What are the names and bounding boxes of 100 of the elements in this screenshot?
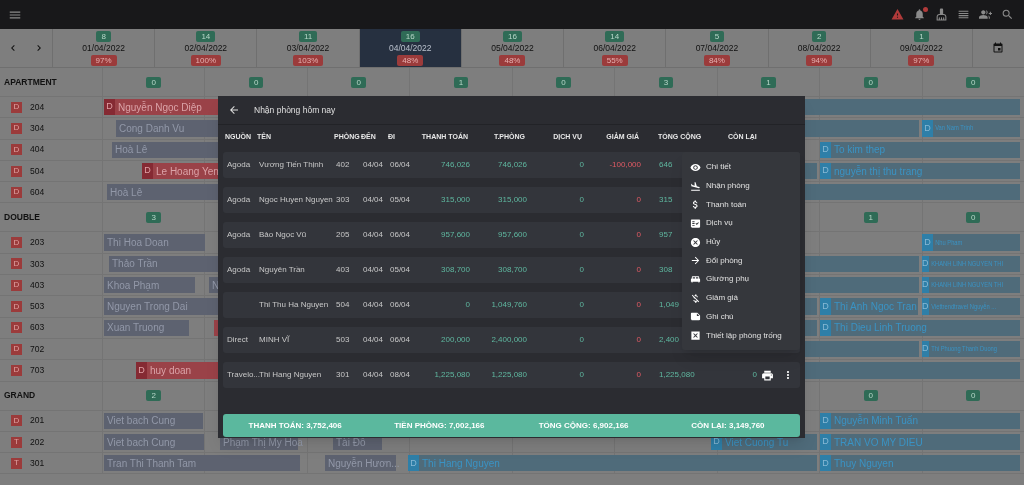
guest-name: nguyễn thị thu trang — [833, 164, 923, 179]
checklist-icon — [690, 217, 701, 229]
warning-icon[interactable] — [891, 8, 904, 21]
room-number: 603 — [30, 321, 45, 335]
date-label: 09/04/2022 — [900, 42, 943, 54]
table-cell: 0 — [636, 335, 641, 344]
table-cell: 05/04 — [390, 195, 411, 204]
room-flag: D — [11, 364, 22, 376]
table-cell: 04/04 — [363, 195, 384, 204]
table-cell: 646 — [659, 160, 673, 169]
menu-item[interactable]: Thiết lập phòng trống — [682, 326, 800, 345]
table-cell: 0 — [636, 195, 641, 204]
guest-name: Nguyễn Ngọc Diệp — [117, 100, 202, 115]
date-header[interactable]: 8 01/04/2022 97% — [52, 29, 155, 67]
room-number: 204 — [30, 100, 45, 114]
plane-landing-icon — [690, 180, 701, 192]
date-label: 02/04/2022 — [184, 42, 228, 54]
menu-item[interactable]: Chi tiết — [682, 158, 800, 177]
table-cell: 308 — [659, 265, 673, 274]
date-header[interactable]: 2 08/04/2022 94% — [767, 29, 870, 67]
calendar-icon[interactable] — [992, 42, 1005, 54]
booking-flag: D — [922, 255, 929, 273]
occupancy-badge: 100% — [190, 54, 222, 66]
occupancy-badge: 97% — [908, 54, 935, 66]
available-count-badge: 0 — [863, 390, 879, 402]
arrow-right-icon — [690, 255, 701, 267]
room-number: 403 — [30, 278, 45, 292]
table-cell: 0 — [579, 300, 584, 309]
table-cell: Agoda — [227, 195, 251, 204]
available-count-badge: 1 — [761, 76, 776, 88]
guest-name: Thi Hang Nguyen — [421, 456, 500, 471]
occupancy-badge: 48% — [397, 54, 424, 66]
guest-name: Thi Dieu Linh Truong — [833, 321, 927, 336]
booking-flag: D — [922, 234, 933, 251]
table-cell: 746,026 — [498, 160, 527, 169]
room-number: 201 — [30, 414, 45, 428]
table-cell: 503 — [336, 335, 350, 344]
available-count-badge: 2 — [146, 390, 161, 402]
table-cell: 301 — [336, 370, 350, 379]
room-flag: T — [11, 457, 22, 469]
table-cell: Agoda — [227, 160, 251, 169]
room-flag: D — [11, 279, 22, 291]
broom-icon[interactable] — [935, 8, 948, 21]
guest-name: Nhu Pham — [934, 236, 963, 249]
table-cell: 402 — [336, 160, 350, 169]
booking-row[interactable]: Travelo...Thi Hang Nguyen 301 04/04 08/04 1,225,080 1,225,080 0 0 1,225,080 0 — [223, 362, 800, 388]
available-count-badge: 0 — [863, 76, 879, 88]
summary-total: TỔNG CỘNG: 6,902,166 — [537, 419, 630, 432]
add-user-icon[interactable] — [979, 8, 992, 21]
table-cell: 315,000 — [441, 195, 470, 204]
booking-flag: D — [922, 277, 929, 294]
room-count-badge: 1 — [914, 30, 929, 42]
available-count-badge: 0 — [146, 76, 161, 88]
date-label: 05/04/2022 — [491, 42, 534, 54]
boxed-x-icon — [690, 330, 701, 342]
booking-flag: D — [820, 412, 831, 429]
table-cell: 0 — [636, 300, 641, 309]
summary-total: THANH TOÁN: 3,752,406 — [247, 419, 343, 432]
list-icon[interactable] — [957, 8, 970, 21]
date-header[interactable]: 14 06/04/2022 55% — [563, 29, 666, 67]
available-count-badge: 1 — [453, 76, 469, 88]
booking-flag: D — [820, 162, 831, 180]
room-flag: D — [11, 101, 22, 113]
room-number: 304 — [30, 122, 45, 135]
date-header[interactable]: 5 07/04/2022 84% — [665, 29, 768, 67]
table-cell: 504 — [336, 300, 350, 309]
date-header[interactable]: 1 09/04/2022 97% — [869, 29, 972, 67]
menu-item[interactable]: Thanh toán — [682, 195, 800, 215]
guest-name: huy doan — [149, 363, 192, 378]
table-cell: 308,700 — [498, 265, 527, 274]
occupancy-badge: 84% — [703, 54, 730, 66]
available-count-badge: 1 — [863, 212, 879, 223]
table-cell: 1,225,080 — [491, 370, 527, 379]
table-cell: 1,049 — [659, 300, 680, 309]
date-header[interactable]: 11 03/04/2022 103% — [256, 29, 359, 67]
table-cell: 04/04 — [363, 300, 384, 309]
date-label: 03/04/2022 — [286, 42, 330, 54]
room-count-badge: 5 — [709, 30, 725, 42]
table-cell: 315,000 — [498, 195, 527, 204]
table-cell: Thi Hang Nguyen — [259, 370, 322, 379]
date-header[interactable]: 16 05/04/2022 48% — [460, 29, 564, 67]
room-flag: D — [11, 322, 22, 334]
table-cell: 06/04 — [390, 160, 411, 169]
booking-flag: D — [820, 298, 831, 315]
table-cell: 0 — [752, 370, 757, 379]
date-header[interactable]: 16 04/04/2022 48% — [358, 29, 461, 67]
print-icon[interactable] — [761, 368, 774, 382]
room-flag: D — [11, 415, 22, 427]
available-count-badge: 0 — [966, 76, 981, 88]
date-header[interactable]: 14 02/04/2022 100% — [154, 29, 257, 67]
bell-icon[interactable] — [913, 8, 926, 21]
table-cell: 0 — [579, 370, 584, 379]
room-number: 202 — [30, 435, 45, 449]
guest-name: TRAN VO MY DIEU — [833, 435, 923, 450]
search-icon[interactable] — [1001, 8, 1014, 21]
table-cell: 315 — [659, 195, 673, 204]
back-icon[interactable] — [228, 104, 240, 116]
eye-icon — [690, 161, 701, 173]
table-cell: 0 — [579, 265, 584, 274]
table-cell: 0 — [636, 370, 641, 379]
